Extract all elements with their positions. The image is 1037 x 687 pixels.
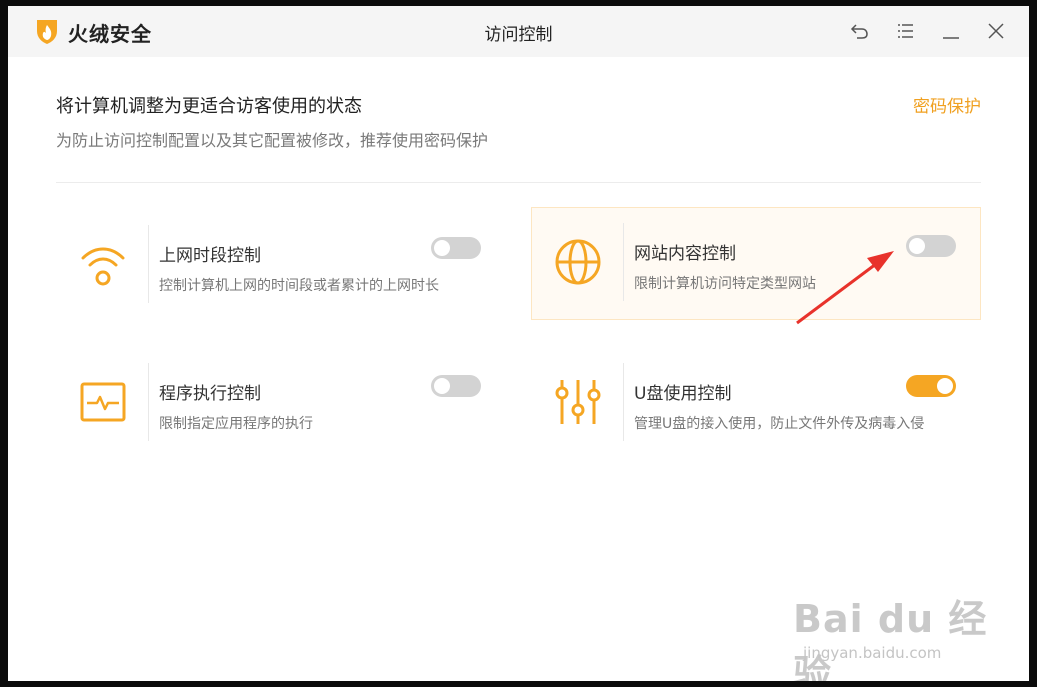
- card-separator: [623, 223, 624, 301]
- toggle-knob: [434, 240, 450, 256]
- password-protect-link[interactable]: 密码保护: [913, 92, 981, 117]
- card-description: 管理U盘的接入使用，防止文件外传及病毒入侵: [634, 416, 925, 432]
- close-icon: [988, 23, 1004, 39]
- card-description: 限制指定应用程序的执行: [159, 416, 313, 432]
- card-title: 网站内容控制: [634, 244, 736, 264]
- card-internet-time-control[interactable]: 上网时段控制 控制计算机上网的时间段或者累计的上网时长: [56, 209, 506, 320]
- card-title: U盘使用控制: [634, 384, 732, 404]
- card-title: 上网时段控制: [159, 246, 261, 266]
- card-website-content-control[interactable]: 网站内容控制 限制计算机访问特定类型网站: [531, 207, 981, 320]
- card-program-execution-control[interactable]: 程序执行控制 限制指定应用程序的执行: [56, 347, 506, 458]
- card-separator: [148, 225, 149, 303]
- page-subline: 为防止访问控制配置以及其它配置被修改，推荐使用密码保护: [56, 131, 489, 150]
- toggle-knob: [434, 378, 450, 394]
- website-content-toggle[interactable]: [906, 235, 956, 257]
- close-button[interactable]: [986, 21, 1006, 41]
- divider: [56, 182, 981, 183]
- undo-icon: [850, 24, 868, 39]
- back-button[interactable]: [850, 21, 870, 41]
- window-title: 访问控制: [484, 25, 553, 45]
- toggle-knob: [937, 378, 953, 394]
- menu-button[interactable]: [896, 21, 916, 41]
- watermark-url: jingyan.baidu.com: [803, 644, 942, 662]
- app-window: 火绒安全 访问控制 将计算机调整为更适合访客使用的状态 为防止访问控制配置以及其…: [8, 6, 1029, 681]
- globe-icon: [555, 239, 601, 285]
- watermark-brand: Bai du 经验: [793, 597, 988, 681]
- card-separator: [148, 363, 149, 441]
- usb-sliders-icon: [555, 380, 601, 424]
- minimize-button[interactable]: [941, 21, 961, 41]
- wifi-icon: [81, 247, 125, 286]
- card-description: 限制计算机访问特定类型网站: [634, 276, 816, 292]
- card-title: 程序执行控制: [159, 384, 261, 404]
- baidu-watermark: Bai du 经验 jingyan.baidu.com: [793, 576, 993, 681]
- toggle-knob: [909, 238, 925, 254]
- usb-usage-toggle[interactable]: [906, 375, 956, 397]
- card-usb-usage-control[interactable]: U盘使用控制 管理U盘的接入使用，防止文件外传及病毒入侵: [531, 347, 981, 458]
- card-description: 控制计算机上网的时间段或者累计的上网时长: [159, 278, 439, 294]
- program-execution-toggle[interactable]: [431, 375, 481, 397]
- internet-time-toggle[interactable]: [431, 237, 481, 259]
- card-separator: [623, 363, 624, 441]
- menu-icon: [898, 24, 913, 38]
- title-bar: 火绒安全 访问控制: [8, 6, 1029, 57]
- page-headline: 将计算机调整为更适合访客使用的状态: [56, 96, 362, 117]
- program-monitor-icon: [80, 382, 126, 422]
- minimize-icon: [943, 37, 959, 39]
